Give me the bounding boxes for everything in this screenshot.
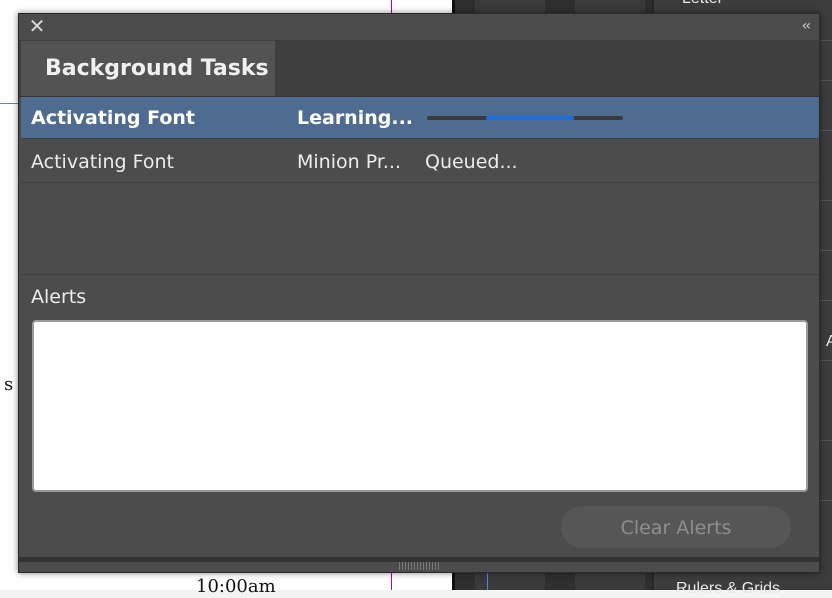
panel-tab-strip: Background Tasks (19, 40, 819, 97)
close-icon[interactable]: ✕ (27, 16, 47, 36)
clear-alerts-button[interactable]: Clear Alerts (561, 506, 791, 548)
document-text-time: 10:00am (196, 576, 276, 597)
task-name: Activating Font (31, 151, 174, 173)
task-row[interactable]: Activating Font Learning... (21, 97, 819, 139)
task-progress-fill (485, 116, 574, 120)
document-text-fragment: s (4, 374, 14, 395)
panel-text-top: Letter (682, 0, 723, 8)
alerts-label: Alerts (31, 286, 87, 308)
task-row[interactable]: Activating Font Minion Pr... Queued... (21, 141, 819, 183)
background-tasks-panel: ✕ ‹‹ Background Tasks Activating Font Le… (18, 13, 820, 573)
panel-text-bottom: Rulers & Grids (676, 580, 781, 597)
task-progress-bar (427, 116, 623, 120)
panel-titlebar[interactable]: ✕ ‹‹ (19, 14, 819, 41)
tab-background-tasks[interactable]: Background Tasks (21, 41, 275, 96)
collapse-icon[interactable]: ‹‹ (802, 18, 811, 34)
task-name: Activating Font (31, 107, 195, 129)
task-list-empty-area (21, 184, 819, 275)
task-status: Queued... (425, 151, 518, 173)
task-detail: Learning... (297, 107, 414, 129)
resize-grip-icon[interactable] (399, 562, 439, 570)
panel-text-mid: A (826, 333, 832, 350)
guide-line (0, 103, 20, 104)
alerts-textarea[interactable] (32, 320, 808, 492)
task-detail: Minion Pr... (297, 151, 402, 173)
